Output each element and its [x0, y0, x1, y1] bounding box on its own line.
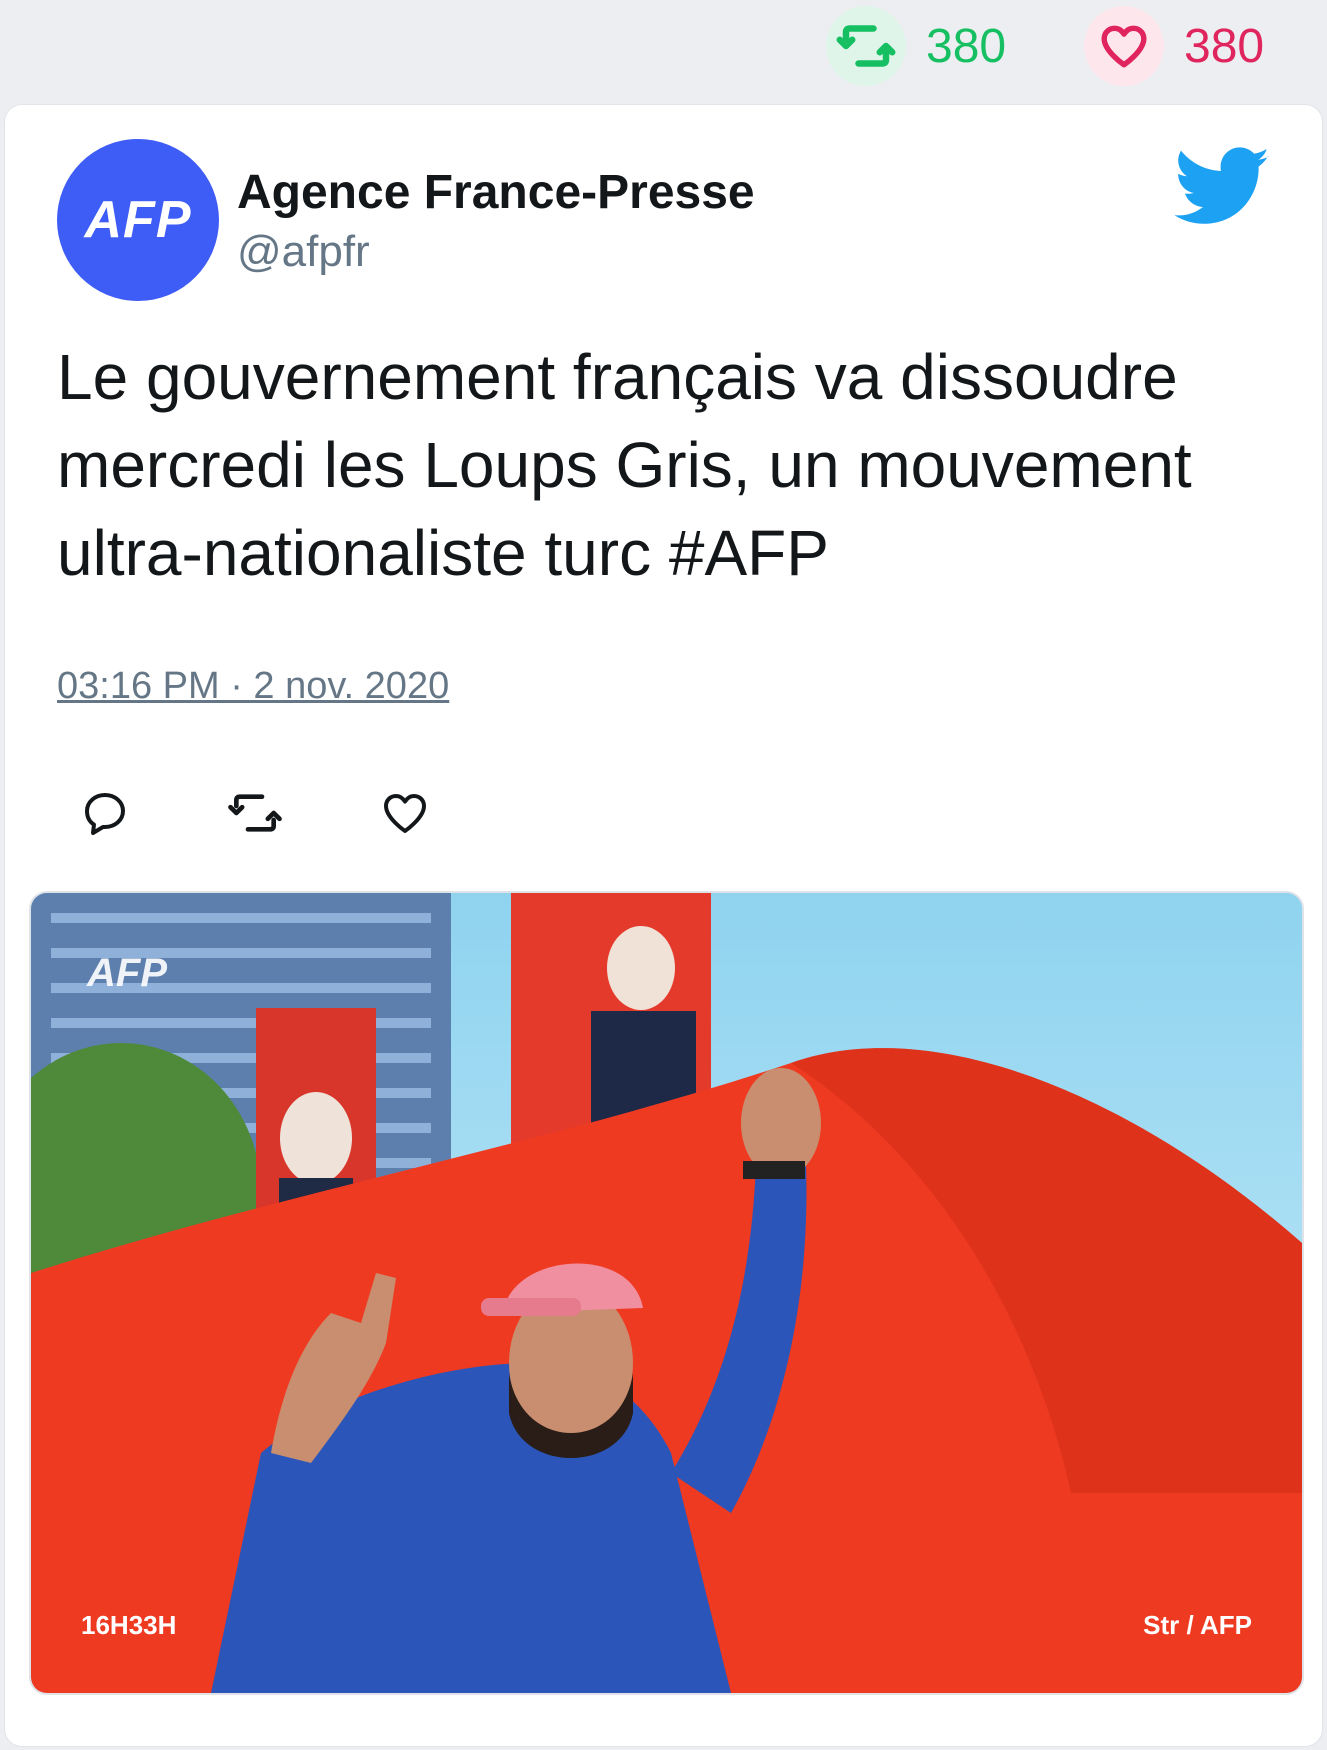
media-watermark: AFP	[87, 951, 167, 995]
reply-icon	[81, 789, 129, 842]
like-count: 380	[1184, 19, 1265, 73]
tweet-text: Le gouvernement français va dissoudre me…	[57, 341, 1192, 589]
retweet-count: 380	[926, 19, 1007, 73]
avatar-logo-text: AFP	[84, 191, 192, 249]
tweet-card: AFP Agence France-Presse @afpfr Le gouve…	[4, 104, 1323, 1747]
author-handle[interactable]: @afpfr	[237, 227, 370, 277]
photo-illustration	[31, 893, 1302, 1693]
media-time-label: 16H33H	[81, 1610, 177, 1640]
twitter-bird-icon[interactable]	[1174, 147, 1271, 227]
like-stat[interactable]: 380	[1084, 6, 1264, 86]
retweet-icon	[227, 785, 283, 846]
avatar[interactable]: AFP	[57, 139, 219, 301]
like-button[interactable]	[375, 785, 435, 845]
retweet-icon[interactable]	[826, 6, 906, 86]
author-name[interactable]: Agence France-Presse	[237, 165, 755, 220]
media-photo-credit: Str / AFP	[1143, 1610, 1252, 1640]
retweet-button[interactable]	[225, 785, 285, 845]
tweet-timestamp[interactable]: 03:16 PM · 2 nov. 2020	[57, 665, 449, 708]
engagement-stats-bar: 380 380	[0, 0, 1327, 100]
heart-icon[interactable]	[1084, 6, 1164, 86]
reply-button[interactable]	[75, 785, 135, 845]
tweet-media-image[interactable]: AFP 16H33H Str / AFP	[29, 891, 1304, 1695]
retweet-stat[interactable]: 380	[826, 6, 1006, 86]
heart-icon	[381, 789, 429, 842]
